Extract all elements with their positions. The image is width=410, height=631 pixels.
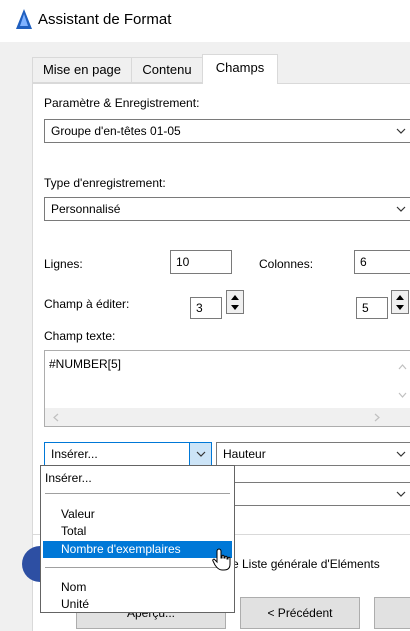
text-field-area[interactable]: #NUMBER[5]: [44, 350, 410, 427]
spin-up-icon[interactable]: [392, 291, 408, 302]
tab-contenu[interactable]: Contenu: [131, 57, 203, 83]
tab-mise-en-page[interactable]: Mise en page: [32, 57, 132, 83]
property-value: Hauteur: [223, 447, 266, 461]
dropdown-option-total[interactable]: Total: [61, 524, 86, 538]
text-field-label: Champ texte:: [44, 329, 116, 343]
dropdown-separator: [45, 493, 230, 494]
insert-dropdown-list: Insérer... Valeur Total Nombre d'exempla…: [40, 465, 235, 613]
dropdown-option-unite[interactable]: Unité: [61, 597, 89, 611]
spin-up-icon[interactable]: [227, 291, 243, 302]
chevron-down-icon: [396, 451, 406, 457]
settings-select[interactable]: Groupe d'en-têtes 01-05: [44, 119, 410, 143]
element-list-label[interactable]: e Liste générale d'Eléments: [232, 557, 380, 571]
edit-field-b-input[interactable]: 5: [356, 297, 388, 319]
insert-select[interactable]: Insérer...: [44, 442, 212, 466]
edit-field-b-spinner[interactable]: [391, 290, 409, 314]
settings-label: Paramètre & Enregistrement:: [44, 96, 200, 110]
scroll-up-icon[interactable]: [398, 364, 407, 370]
hand-cursor-icon: [212, 548, 231, 571]
record-type-value: Personnalisé: [51, 202, 121, 216]
rows-label: Lignes:: [44, 257, 83, 271]
dropdown-option-valeur[interactable]: Valeur: [61, 507, 95, 521]
spin-down-icon[interactable]: [392, 302, 408, 313]
chevron-down-icon: [396, 491, 406, 497]
columns-label: Colonnes:: [259, 257, 314, 271]
settings-value: Groupe d'en-têtes 01-05: [51, 124, 181, 138]
columns-input[interactable]: 6: [354, 250, 410, 274]
scroll-down-icon[interactable]: [398, 392, 407, 398]
edit-field-a-spinner[interactable]: [226, 290, 244, 314]
app-logo-icon: [16, 9, 32, 29]
dropdown-separator: [45, 567, 230, 568]
insert-dropdown-button[interactable]: [189, 443, 211, 465]
edit-field-label: Champ à éditer:: [44, 297, 130, 311]
spin-down-icon[interactable]: [227, 302, 243, 313]
dropdown-option-nombre-exemplaires[interactable]: Nombre d'exemplaires: [61, 542, 181, 556]
text-field-value: #NUMBER[5]: [49, 357, 122, 371]
chevron-down-icon: [196, 451, 206, 457]
scroll-right-icon[interactable]: [374, 413, 380, 422]
previous-button[interactable]: < Précédent: [240, 597, 360, 629]
property-select[interactable]: Hauteur: [216, 442, 410, 466]
record-type-label: Type d'enregistrement:: [44, 176, 166, 190]
scroll-left-icon[interactable]: [53, 413, 59, 422]
edit-field-a-input[interactable]: 3: [190, 297, 222, 319]
horizontal-scrollbar[interactable]: [45, 408, 410, 426]
tab-champs[interactable]: Champs: [202, 54, 278, 84]
next-button[interactable]: [374, 597, 410, 629]
dropdown-option-nom[interactable]: Nom: [61, 580, 86, 594]
window-title: Assistant de Format: [38, 11, 172, 28]
chevron-down-icon: [396, 206, 406, 212]
record-type-select[interactable]: Personnalisé: [44, 197, 410, 221]
chevron-down-icon: [396, 128, 406, 134]
rows-input[interactable]: 10: [170, 250, 232, 274]
insert-value: Insérer...: [51, 447, 98, 461]
dropdown-option-inserer[interactable]: Insérer...: [45, 471, 92, 485]
